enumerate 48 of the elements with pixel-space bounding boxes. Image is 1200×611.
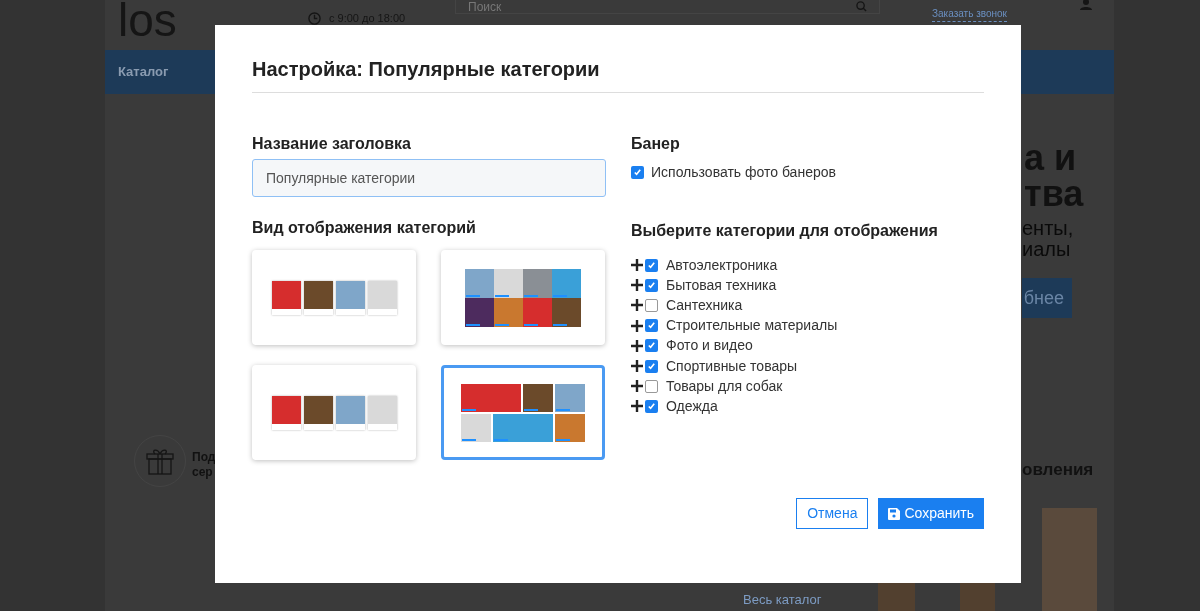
field-label: Выберите категории для отображения: [631, 223, 939, 239]
category-label: Строительные материалы: [666, 316, 838, 336]
checkbox[interactable]: [645, 258, 658, 272]
category-label: Товары для собак: [666, 376, 783, 396]
checkmark-icon: [647, 401, 656, 411]
clock-icon: [308, 11, 321, 25]
expand-icon[interactable]: [631, 380, 643, 393]
field-label: Название заголовка: [252, 136, 412, 152]
checkbox[interactable]: [645, 319, 658, 333]
catalog-menu[interactable]: Каталог: [118, 62, 169, 82]
layout-option[interactable]: [252, 250, 416, 345]
heading-input[interactable]: Популярные категории: [252, 159, 606, 197]
callback-link[interactable]: Заказать звонок: [932, 6, 1007, 22]
field-label: Банер: [631, 136, 681, 152]
save-button[interactable]: Сохранить: [878, 498, 984, 529]
category-label: Спортивные товары: [666, 356, 798, 376]
checkbox[interactable]: [645, 379, 658, 393]
field-label: Вид отображения категорий: [252, 220, 477, 236]
expand-icon[interactable]: [631, 360, 643, 373]
checkbox[interactable]: [645, 339, 658, 353]
category-label: Одежда: [666, 396, 718, 416]
more-button[interactable]: бнее: [1022, 278, 1072, 318]
expand-icon[interactable]: [631, 319, 643, 332]
category-label: Фото и видео: [666, 336, 753, 356]
checkmark-icon: [633, 168, 642, 177]
photo-placeholder: [960, 583, 995, 611]
expand-icon[interactable]: [631, 400, 643, 413]
checkbox[interactable]: [631, 166, 644, 179]
expand-icon[interactable]: [631, 339, 643, 352]
checkbox[interactable]: [645, 278, 658, 292]
category-label: Бытовая техника: [666, 275, 777, 295]
category-label: Сантехника: [666, 295, 743, 315]
checkbox[interactable]: [645, 359, 658, 373]
checkbox-label: Использовать фото банеров: [651, 163, 836, 182]
checkbox[interactable]: [645, 399, 658, 413]
catalog-link[interactable]: Весь каталог: [743, 592, 822, 608]
dialog-title: Настройка: Популярные категории: [252, 59, 984, 93]
expand-icon[interactable]: [631, 279, 643, 292]
expand-icon[interactable]: [631, 259, 643, 272]
category-label: Автоэлектроника: [666, 255, 778, 275]
expand-icon[interactable]: [631, 299, 643, 312]
layout-option[interactable]: [252, 365, 416, 460]
photo-placeholder: [878, 583, 915, 611]
search-field[interactable]: Поиск: [455, 0, 880, 14]
layout-option[interactable]: [441, 250, 605, 345]
checkbox[interactable]: [645, 298, 658, 312]
cancel-button[interactable]: Отмена: [796, 498, 869, 529]
layout-option[interactable]: [441, 365, 605, 460]
